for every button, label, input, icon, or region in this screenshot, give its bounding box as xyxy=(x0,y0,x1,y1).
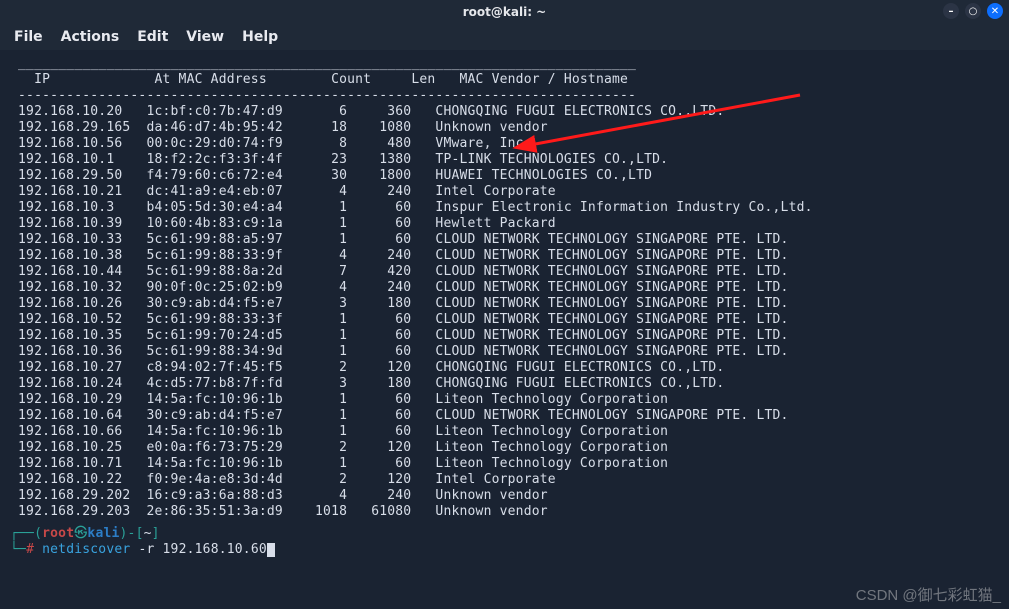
watermark: CSDN @御七彩虹猫_ xyxy=(856,584,1001,605)
window-controls: – ○ ✕ xyxy=(943,3,1003,19)
menu-help[interactable]: Help xyxy=(242,29,278,45)
command-args: -r 192.168.10.60 xyxy=(138,542,266,557)
prompt-user: root xyxy=(42,526,74,541)
command-line[interactable]: └─# netdiscover -r 192.168.10.60 xyxy=(10,542,999,558)
menu-edit[interactable]: Edit xyxy=(137,29,168,45)
minimize-button[interactable]: – xyxy=(943,3,959,19)
menu-bar: File Actions Edit View Help xyxy=(0,24,1009,50)
prompt-symbol: # xyxy=(26,542,34,557)
menu-actions[interactable]: Actions xyxy=(61,29,120,45)
terminal-output[interactable]: ________________________________________… xyxy=(0,50,1009,564)
command-name: netdiscover xyxy=(42,542,130,557)
prompt-host: kali xyxy=(87,526,119,541)
maximize-button[interactable]: ○ xyxy=(965,3,981,19)
prompt-line[interactable]: ┌──(root㉿kali)-[~] xyxy=(10,526,999,542)
cursor xyxy=(267,543,275,557)
prompt-path: ~ xyxy=(144,526,152,541)
menu-file[interactable]: File xyxy=(14,29,43,45)
netdiscover-table: ________________________________________… xyxy=(10,56,999,520)
window-title: root@kali: ~ xyxy=(463,5,546,19)
menu-view[interactable]: View xyxy=(186,29,224,45)
close-button[interactable]: ✕ xyxy=(987,3,1003,19)
window-titlebar: root@kali: ~ – ○ ✕ xyxy=(0,0,1009,24)
